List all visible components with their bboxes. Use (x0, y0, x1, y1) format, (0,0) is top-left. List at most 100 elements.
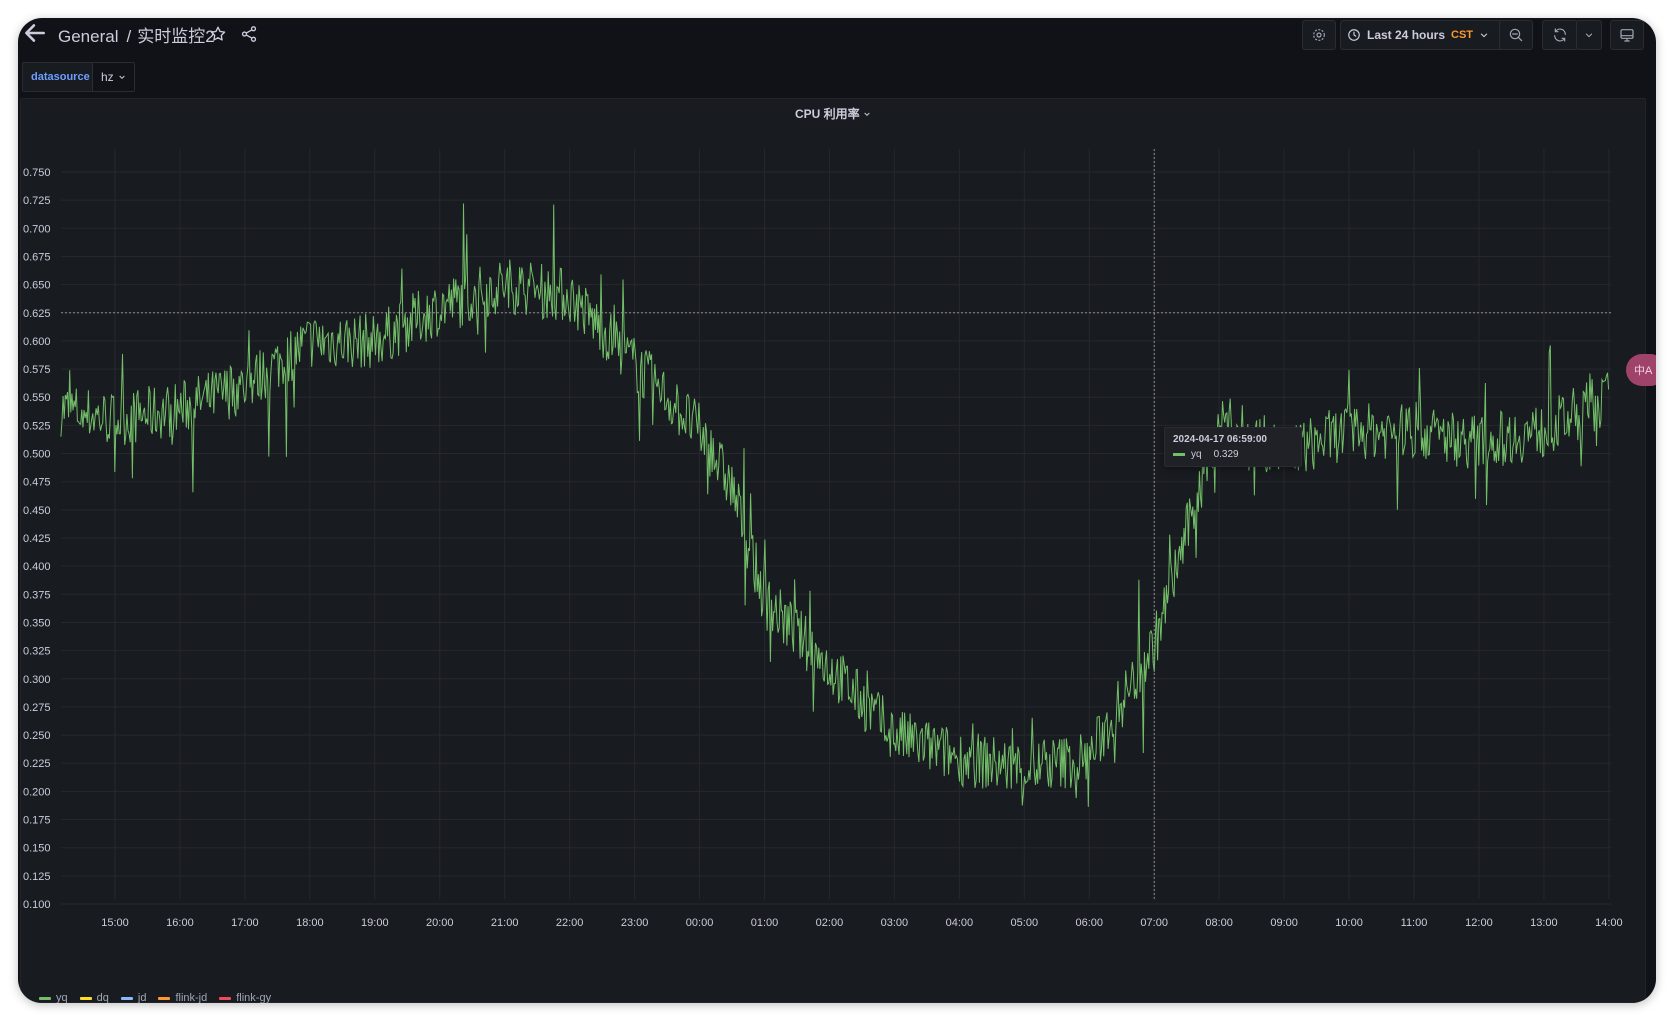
y-tick-label: 0.725 (23, 195, 51, 207)
tooltip-value: 0.329 (1213, 449, 1239, 460)
y-tick-label: 0.675 (23, 251, 51, 263)
x-tick-label: 21:00 (491, 917, 519, 929)
legend-item-yq[interactable]: yq (39, 992, 68, 1003)
y-tick-label: 0.300 (23, 674, 51, 686)
legend-label: flink-jd (175, 992, 208, 1003)
y-tick-label: 0.250 (23, 730, 51, 742)
refresh-button[interactable] (1542, 20, 1578, 50)
y-tick-label: 0.200 (23, 786, 51, 798)
tooltip-series-name: yq (1191, 449, 1202, 460)
legend-swatch (158, 996, 171, 1000)
x-tick-label: 07:00 (1140, 917, 1168, 929)
y-tick-label: 0.425 (23, 533, 51, 545)
legend-item-dq[interactable]: dq (79, 992, 109, 1003)
legend-item-jd[interactable]: jd (120, 992, 147, 1003)
x-tick-label: 17:00 (231, 917, 259, 929)
x-tick-label: 19:00 (361, 917, 389, 929)
y-tick-label: 0.450 (23, 505, 51, 517)
zoom-out-icon (1509, 28, 1523, 42)
x-tick-label: 10:00 (1335, 917, 1363, 929)
tooltip-row: yq 0.329 (1173, 449, 1293, 460)
translate-badge[interactable]: 中A (1626, 354, 1656, 386)
share-icon[interactable] (240, 20, 258, 48)
settings-button[interactable] (1302, 20, 1336, 50)
x-tick-label: 18:00 (296, 917, 324, 929)
legend-label: jd (137, 992, 147, 1003)
tooltip-time: 2024-04-17 06:59:00 (1173, 434, 1267, 445)
breadcrumb-separator: / (126, 27, 132, 46)
x-tick-label: 23:00 (621, 917, 649, 929)
y-tick-label: 0.750 (23, 167, 51, 179)
x-tick-label: 02:00 (816, 917, 844, 929)
x-tick-label: 06:00 (1075, 917, 1103, 929)
variable-value: hz (101, 70, 114, 84)
x-tick-label: 00:00 (686, 917, 714, 929)
grafana-window: General / 实时监控2 Last 24 hours CST dataso… (18, 18, 1656, 1003)
tv-mode-button[interactable] (1610, 20, 1644, 50)
y-tick-label: 0.350 (23, 617, 51, 629)
x-tick-label: 12:00 (1465, 917, 1493, 929)
y-tick-label: 0.225 (23, 758, 51, 770)
folder-link[interactable]: General (58, 27, 118, 46)
back-arrow-icon[interactable] (22, 20, 48, 46)
refresh-interval-dropdown[interactable] (1576, 20, 1602, 50)
y-tick-label: 0.375 (23, 589, 51, 601)
time-range-label: Last 24 hours (1367, 28, 1446, 42)
star-icon[interactable] (209, 20, 227, 48)
y-tick-label: 0.625 (23, 308, 51, 320)
x-tick-label: 13:00 (1530, 917, 1558, 929)
y-tick-label: 0.700 (23, 223, 51, 235)
x-tick-label: 22:00 (556, 917, 584, 929)
series-line-yq (60, 203, 1610, 807)
timezone-badge: CST (1451, 29, 1474, 41)
x-tick-label: 01:00 (751, 917, 779, 929)
x-tick-label: 14:00 (1595, 917, 1623, 929)
legend-swatch (120, 996, 133, 1000)
legend-label: dq (96, 992, 109, 1003)
breadcrumb: General / 实时监控2 (58, 22, 215, 47)
y-tick-label: 0.500 (23, 449, 51, 461)
legend-label: flink-gy (236, 992, 272, 1003)
x-tick-label: 05:00 (1011, 917, 1039, 929)
y-tick-label: 0.125 (23, 871, 51, 883)
legend-item-flink-jd[interactable]: flink-jd (158, 992, 207, 1003)
legend-swatch (79, 996, 92, 1000)
chevron-down-icon (1585, 33, 1593, 38)
y-tick-label: 0.175 (23, 815, 51, 827)
x-tick-label: 16:00 (166, 917, 194, 929)
x-tick-label: 04:00 (946, 917, 974, 929)
chevron-down-icon (1480, 33, 1488, 38)
legend-label: yq (56, 992, 68, 1003)
variable-label-datasource: datasource (22, 62, 99, 92)
y-tick-label: 0.600 (23, 336, 51, 348)
y-tick-label: 0.275 (23, 702, 51, 714)
y-tick-label: 0.575 (23, 364, 51, 376)
legend-swatch (39, 996, 51, 1000)
legend-swatch (219, 996, 232, 1000)
x-tick-label: 08:00 (1205, 917, 1233, 929)
y-tick-label: 0.325 (23, 646, 51, 658)
y-tick-label: 0.525 (23, 420, 51, 432)
tv-mode-icon (1620, 29, 1634, 42)
legend-item-flink-gy[interactable]: flink-gy (219, 992, 271, 1003)
zoom-out-button[interactable] (1499, 20, 1533, 50)
top-navbar: General / 实时监控2 Last 24 hours CST (18, 18, 1656, 50)
y-tick-label: 0.650 (23, 280, 51, 292)
y-tick-label: 0.100 (23, 899, 51, 911)
dashboard-title[interactable]: 实时监控2 (137, 27, 214, 46)
chevron-down-icon (119, 75, 125, 80)
time-range-picker[interactable]: Last 24 hours CST (1340, 20, 1508, 50)
legend: yq dq jd flink-jd flink-gy (39, 992, 271, 1003)
y-tick-label: 0.550 (23, 392, 51, 404)
x-tick-label: 09:00 (1270, 917, 1298, 929)
x-tick-label: 20:00 (426, 917, 454, 929)
refresh-icon (1554, 28, 1566, 42)
x-tick-label: 11:00 (1401, 917, 1428, 929)
clock-icon (1348, 29, 1360, 41)
time-series-chart[interactable]: 0.750 0.725 0.700 0.675 0.650 0.625 0.600 0.575… (21, 99, 1645, 1002)
variable-select-datasource[interactable]: hz (92, 62, 135, 92)
x-tick-label: 15:00 (101, 917, 129, 929)
y-tick-label: 0.150 (23, 843, 51, 855)
settings-icon (1313, 29, 1325, 41)
y-tick-label: 0.475 (23, 477, 51, 489)
